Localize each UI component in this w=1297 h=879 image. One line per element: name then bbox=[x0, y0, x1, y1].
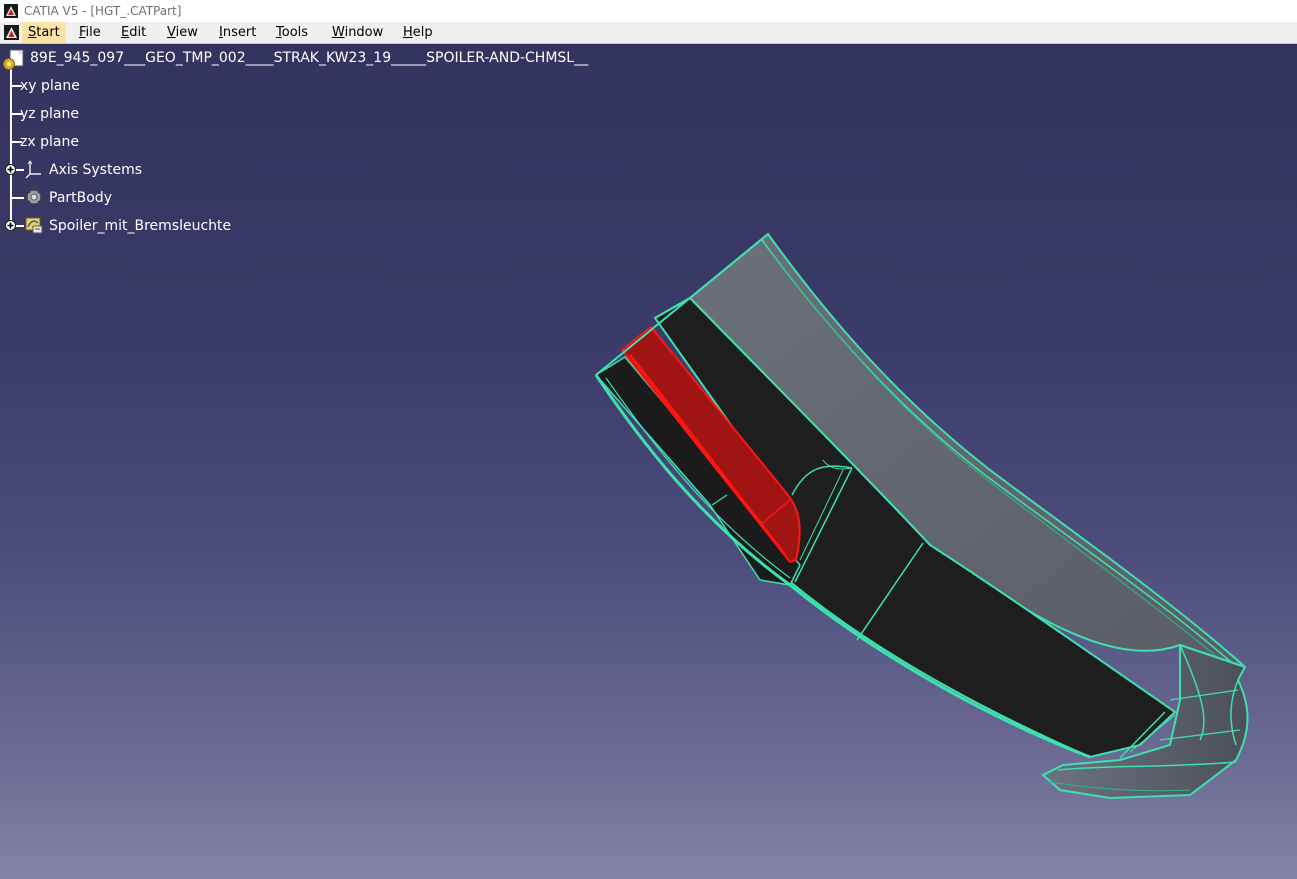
menu-help[interactable]: Help bbox=[397, 22, 439, 43]
menu-tools-rest: ools bbox=[281, 25, 309, 40]
menu-edit[interactable]: Edit bbox=[115, 22, 152, 43]
tree-root-label[interactable]: 89E_945_097___GEO_TMP_002____STRAK_KW23_… bbox=[30, 49, 588, 67]
tree-trunk-line bbox=[10, 68, 12, 226]
part-body-icon[interactable] bbox=[24, 187, 44, 207]
tree-item-zx-plane[interactable]: zx plane bbox=[20, 133, 79, 151]
specification-tree: 89E_945_097___GEO_TMP_002____STRAK_KW23_… bbox=[0, 44, 620, 244]
menu-window-rest: indow bbox=[344, 25, 384, 40]
menu-edit-rest: dit bbox=[129, 25, 147, 40]
menu-view[interactable]: View bbox=[161, 22, 204, 43]
catia-window: CATIA V5 - [HGT_.CATPart] Start File Edi… bbox=[0, 0, 1297, 879]
window-title: CATIA V5 - [HGT_.CATPart] bbox=[24, 4, 182, 18]
document-menu-icon[interactable] bbox=[4, 25, 19, 40]
menu-start[interactable]: Start bbox=[22, 22, 66, 43]
title-bar: CATIA V5 - [HGT_.CATPart] bbox=[0, 0, 1297, 22]
menu-edit-accel: E bbox=[121, 25, 130, 40]
tree-item-axis-systems[interactable]: Axis Systems bbox=[49, 161, 142, 179]
3d-viewport[interactable]: 89E_945_097___GEO_TMP_002____STRAK_KW23_… bbox=[0, 44, 1297, 879]
menu-view-rest: iew bbox=[175, 25, 198, 40]
menu-start-rest: tart bbox=[36, 25, 60, 40]
menu-help-accel: H bbox=[403, 25, 413, 40]
part-icon[interactable] bbox=[2, 48, 26, 72]
tree-branch-line bbox=[16, 225, 24, 227]
expand-plus-icon[interactable] bbox=[5, 164, 16, 175]
menu-window[interactable]: Window bbox=[326, 22, 389, 43]
menu-window-accel: W bbox=[332, 25, 345, 40]
tree-branch-line bbox=[16, 169, 24, 171]
expand-plus-icon[interactable] bbox=[5, 220, 16, 231]
geometrical-set-icon[interactable] bbox=[24, 215, 44, 235]
menu-file[interactable]: File bbox=[73, 22, 107, 43]
menu-help-rest: elp bbox=[412, 25, 433, 40]
tree-item-xy-plane[interactable]: xy plane bbox=[20, 77, 80, 95]
tree-item-yz-plane[interactable]: yz plane bbox=[20, 105, 79, 123]
catia-app-icon bbox=[4, 4, 18, 18]
menu-tools[interactable]: Tools bbox=[270, 22, 314, 43]
tree-item-part-body[interactable]: PartBody bbox=[49, 189, 112, 207]
axis-system-icon[interactable] bbox=[24, 159, 44, 179]
menu-bar: Start File Edit View Insert Tools Window… bbox=[0, 22, 1297, 44]
tree-branch-line bbox=[10, 197, 24, 199]
menu-insert[interactable]: Insert bbox=[213, 22, 262, 43]
menu-file-rest: ile bbox=[85, 25, 101, 40]
tree-item-spoiler-mit-bremsleuchte[interactable]: Spoiler_mit_Bremsleuchte bbox=[49, 217, 231, 235]
menu-insert-rest: nsert bbox=[222, 25, 257, 40]
menu-view-accel: V bbox=[167, 25, 176, 40]
